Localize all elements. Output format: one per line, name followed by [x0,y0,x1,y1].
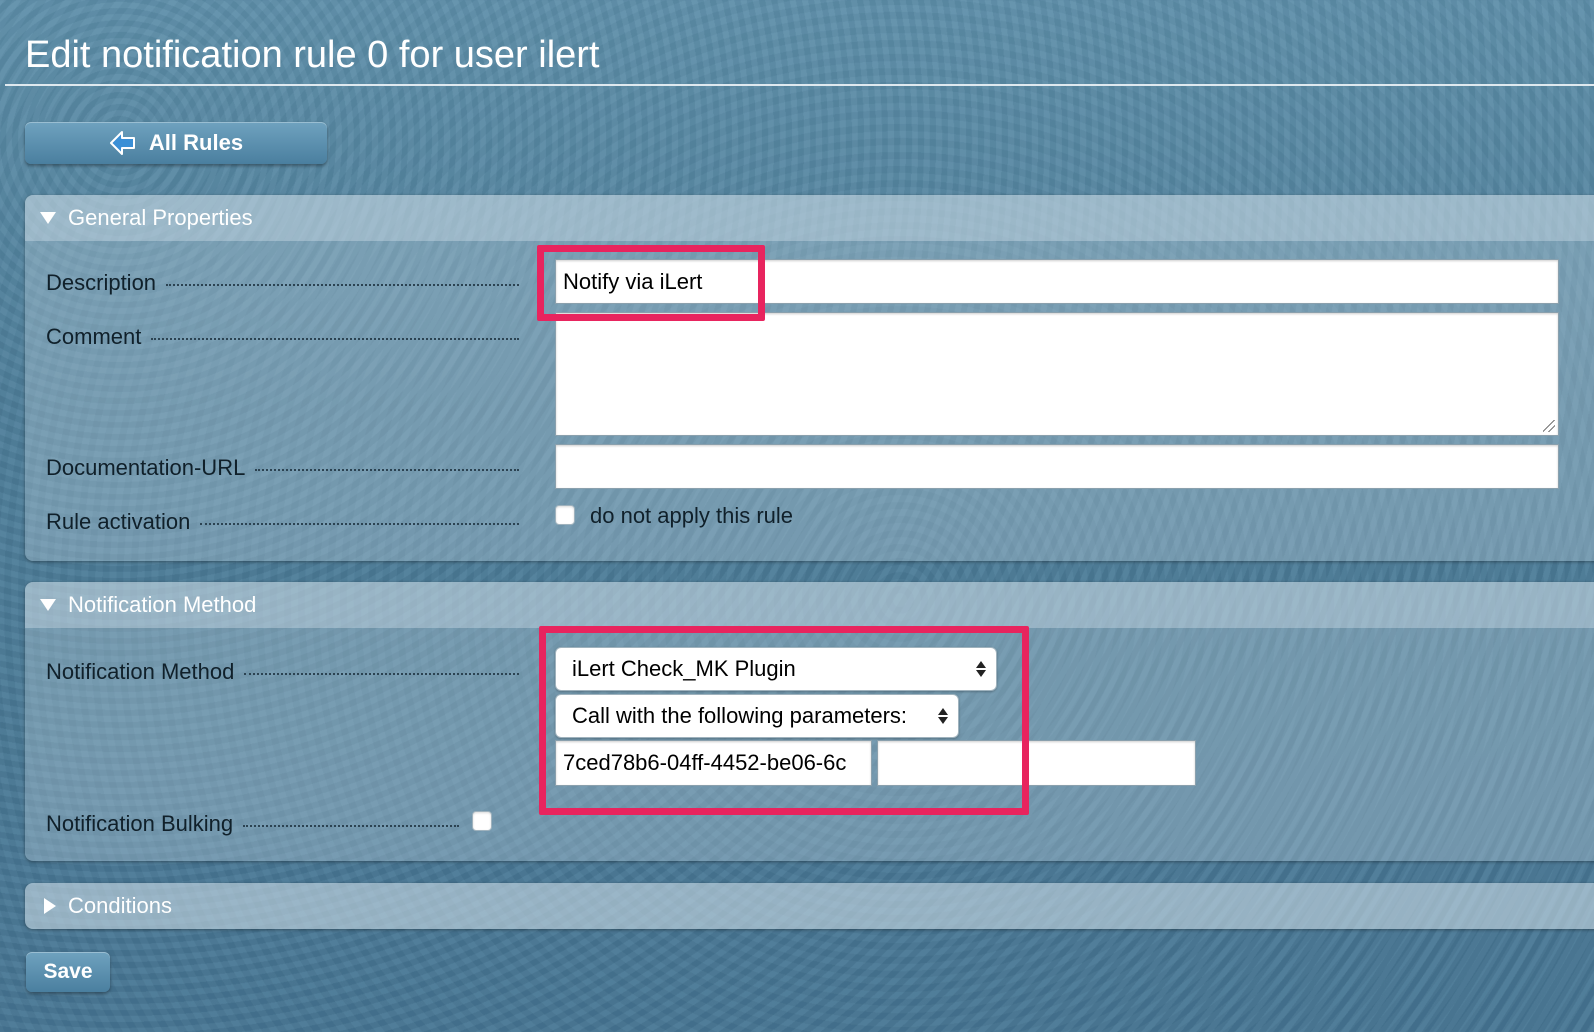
save-button[interactable]: Save [26,952,110,992]
general-properties-section: General Properties Description Notify vi… [25,195,1594,561]
do-not-apply-label: do not apply this rule [590,503,794,528]
title-divider [5,84,1594,86]
all-rules-button[interactable]: All Rules [25,122,327,164]
documentation-url-label: Documentation-URL [46,455,519,481]
comment-textarea[interactable] [555,312,1559,436]
conditions-title: Conditions [68,893,172,918]
rule-activation-label: Rule activation [46,509,519,535]
highlight-box-description [537,245,765,321]
collapse-triangle-icon [40,212,56,224]
notification-method-title: Notification Method [68,592,257,617]
conditions-header[interactable]: Conditions [25,883,1594,929]
do-not-apply-checkbox[interactable] [555,505,575,525]
notification-bulking-label: Notification Bulking [46,811,459,837]
general-properties-header[interactable]: General Properties [25,195,1594,241]
comment-label: Comment [46,324,519,350]
documentation-url-input[interactable] [555,444,1559,489]
resize-grip-icon[interactable] [1543,420,1555,432]
page-title: Edit notification rule 0 for user ilert [25,34,600,76]
general-properties-title: General Properties [68,205,253,230]
notification-method-label: Notification Method [46,659,519,685]
conditions-section: Conditions [25,883,1594,929]
all-rules-label: All Rules [148,130,244,155]
expand-triangle-icon [44,898,56,914]
notification-method-header[interactable]: Notification Method [25,582,1594,628]
highlight-box-notification-method [539,626,1029,815]
collapse-triangle-icon [40,599,56,611]
notification-bulking-checkbox[interactable] [472,811,492,831]
description-label: Description [46,270,519,296]
arrow-left-icon [109,131,135,155]
